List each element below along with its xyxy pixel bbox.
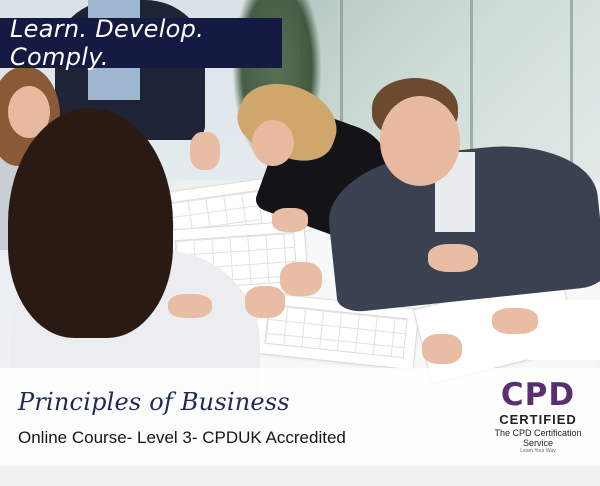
- cpd-service-line1: The CPD Certification: [494, 428, 582, 438]
- hair: [8, 108, 173, 338]
- hand: [422, 334, 462, 364]
- hand: [190, 132, 220, 170]
- hand: [280, 262, 322, 296]
- hand: [168, 294, 212, 318]
- cpd-certified-logo: CPD CERTIFIED The CPD Certification Serv…: [484, 378, 592, 464]
- bottom-strip: [0, 466, 600, 486]
- course-title: Principles of Business: [18, 388, 290, 416]
- hand: [428, 244, 478, 272]
- cpd-certified-label: CERTIFIED: [499, 412, 577, 427]
- tagline-text: Learn. Develop. Comply.: [10, 15, 205, 71]
- hand: [492, 308, 538, 334]
- tagline-banner: Learn. Develop. Comply.: [0, 15, 282, 71]
- face: [380, 96, 460, 186]
- face: [252, 120, 294, 166]
- hand: [272, 208, 308, 232]
- cpd-service-line2: Service: [522, 438, 553, 448]
- hand: [245, 286, 285, 318]
- course-subtitle: Online Course- Level 3- CPDUK Accredited: [18, 428, 346, 447]
- cpd-tagline: Learn Your Way: [520, 448, 556, 454]
- cpd-mark: CPD: [500, 377, 576, 413]
